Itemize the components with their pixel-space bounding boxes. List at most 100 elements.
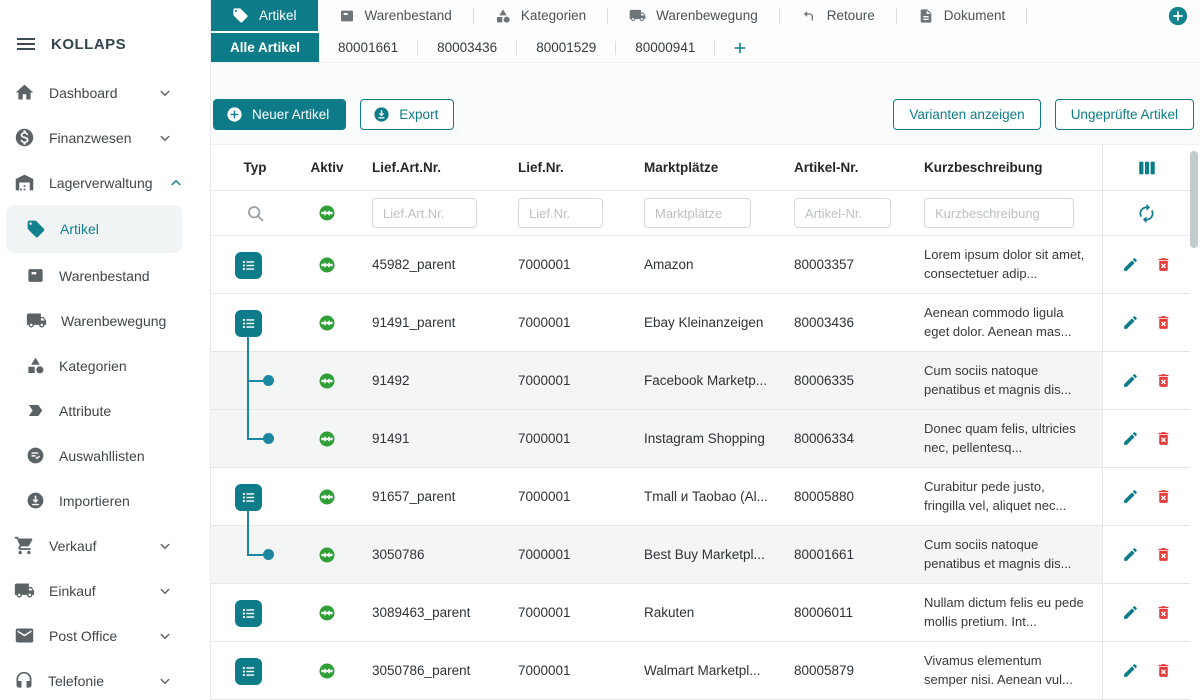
sidebar-item-finanzwesen[interactable]: Finanzwesen [0,115,210,160]
column-header-artikel-nr[interactable]: Artikel-Nr. [777,160,907,175]
category-icon [26,356,45,375]
subtab-80001529[interactable]: 80001529 [517,33,615,62]
row-actions [1102,468,1190,525]
delete-icon[interactable] [1155,662,1172,679]
table-row[interactable]: 91491_parent 7000001 Ebay Kleinanzeigen … [211,294,1190,352]
refresh-icon[interactable] [1136,203,1157,224]
tab-warenbewegung[interactable]: Warenbewegung [608,0,779,31]
lief-nr-filter-input[interactable] [518,198,603,228]
table-row[interactable]: 45982_parent 7000001 Amazon 80003357 Lor… [211,236,1190,294]
expand-list-icon[interactable] [235,658,262,685]
column-header-lief-nr[interactable]: Lief.Nr. [501,160,627,175]
cart-icon [14,535,35,556]
sidebar-item-telefonie[interactable]: Telefonie [0,658,210,700]
delete-icon[interactable] [1155,314,1172,331]
subtab-80000941[interactable]: 80000941 [616,33,714,62]
typ-cell [211,526,299,583]
lief-art-nr-filter-input[interactable] [372,198,477,228]
expand-list-icon[interactable] [235,484,262,511]
typ-cell [211,352,299,409]
tab-warenbestand[interactable]: Warenbestand [318,0,473,31]
lief-nr-value: 7000001 [501,431,627,446]
column-settings-cell [1102,145,1190,190]
column-header-aktiv[interactable]: Aktiv [299,160,355,175]
sidebar-item-verkauf[interactable]: Verkauf [0,523,210,568]
column-header-lief-art-nr[interactable]: Lief.Art.Nr. [355,160,501,175]
subtab-alle-artikel[interactable]: Alle Artikel [211,33,319,62]
sidebar-item-dashboard[interactable]: Dashboard [0,70,210,115]
delete-icon[interactable] [1155,604,1172,621]
box-icon [26,266,45,285]
tree-connector [247,510,249,526]
export-button[interactable]: Export [360,99,454,130]
delete-icon[interactable] [1155,488,1172,505]
marktplaetze-filter-input[interactable] [644,198,751,228]
edit-icon[interactable] [1122,430,1139,447]
sidebar-item-artikel[interactable]: Artikel [6,205,182,253]
edit-icon[interactable] [1122,256,1139,273]
sidebar-item-lagerverwaltung[interactable]: Lagerverwaltung [0,160,210,205]
filter-row [211,191,1190,236]
search-icon[interactable] [245,203,266,224]
tab-retoure[interactable]: Retoure [780,0,896,31]
add-subtab-button[interactable] [715,33,765,62]
table-row[interactable]: 3089463_parent 7000001 Rakuten 80006011 … [211,584,1190,642]
sidebar-item-einkauf[interactable]: Einkauf [0,568,210,613]
subtab-80001661[interactable]: 80001661 [319,33,417,62]
app-logo: KOLLAPS [51,36,126,53]
headset-icon [14,671,34,691]
hamburger-menu-icon[interactable] [14,32,38,56]
kurzbeschreibung-filter-input[interactable] [924,198,1074,228]
table-row[interactable]: 91491 7000001 Instagram Shopping 8000633… [211,410,1190,468]
unverified-articles-button[interactable]: Ungeprüfte Artikel [1055,99,1194,130]
kurzbeschreibung-value: Cum sociis natoque penatibus et magnis d… [907,536,1102,573]
table-row[interactable]: 3050786 7000001 Best Buy Marketpl... 800… [211,526,1190,584]
delete-icon[interactable] [1155,546,1172,563]
column-header-kurzbeschreibung[interactable]: Kurzbeschreibung [907,160,1102,175]
sidebar-item-warenbestand[interactable]: Warenbestand [0,253,210,298]
artikel-nr-filter-input[interactable] [794,198,891,228]
edit-icon[interactable] [1122,604,1139,621]
edit-icon[interactable] [1122,372,1139,389]
edit-icon[interactable] [1122,662,1139,679]
edit-icon[interactable] [1122,488,1139,505]
row-actions [1102,410,1190,467]
vertical-scrollbar[interactable] [1190,151,1198,248]
sidebar-item-auswahllisten[interactable]: Auswahllisten [0,433,210,478]
column-header-typ[interactable]: Typ [211,160,299,175]
active-toggle-icon[interactable] [318,204,336,222]
sidebar-item-warenbewegung[interactable]: Warenbewegung [0,298,210,343]
home-icon [14,82,35,103]
sidebar-item-importieren[interactable]: Importieren [0,478,210,523]
tab-dokument[interactable]: Dokument [897,0,1027,31]
tab-artikel[interactable]: Artikel [211,0,318,31]
artikel-nr-value: 80003436 [777,315,907,330]
sidebar-item-post-office[interactable]: Post Office [0,613,210,658]
marktplatz-value: Tmall и Taobao (Al... [627,489,777,504]
table-row[interactable]: 91492 7000001 Facebook Marketp... 800063… [211,352,1190,410]
expand-list-icon[interactable] [235,252,262,279]
tree-connector [247,409,249,439]
edit-icon[interactable] [1122,546,1139,563]
table-row[interactable]: 3050786_parent 7000001 Walmart Marketpl.… [211,642,1190,700]
add-tab-button[interactable] [1167,5,1189,27]
delete-icon[interactable] [1155,430,1172,447]
expand-list-icon[interactable] [235,310,262,337]
new-article-button[interactable]: Neuer Artikel [213,99,346,130]
toolbar: Neuer Artikel Export Varianten anzeigen … [211,99,1200,130]
tree-node-dot [263,433,274,444]
column-header-marktplaetze[interactable]: Marktplätze [627,160,777,175]
main-area: Artikel Warenbestand Kategorien Warenbew… [211,0,1200,700]
expand-list-icon[interactable] [235,600,262,627]
edit-icon[interactable] [1122,314,1139,331]
sidebar-item-kategorien[interactable]: Kategorien [0,343,210,388]
refresh-cell [1102,191,1190,235]
subtab-80003436[interactable]: 80003436 [418,33,516,62]
delete-icon[interactable] [1155,256,1172,273]
show-variants-button[interactable]: Varianten anzeigen [893,99,1040,130]
table-row[interactable]: 91657_parent 7000001 Tmall и Taobao (Al.… [211,468,1190,526]
delete-icon[interactable] [1155,372,1172,389]
columns-icon[interactable] [1136,157,1158,179]
tab-kategorien[interactable]: Kategorien [474,0,607,31]
sidebar-item-attribute[interactable]: Attribute [0,388,210,433]
